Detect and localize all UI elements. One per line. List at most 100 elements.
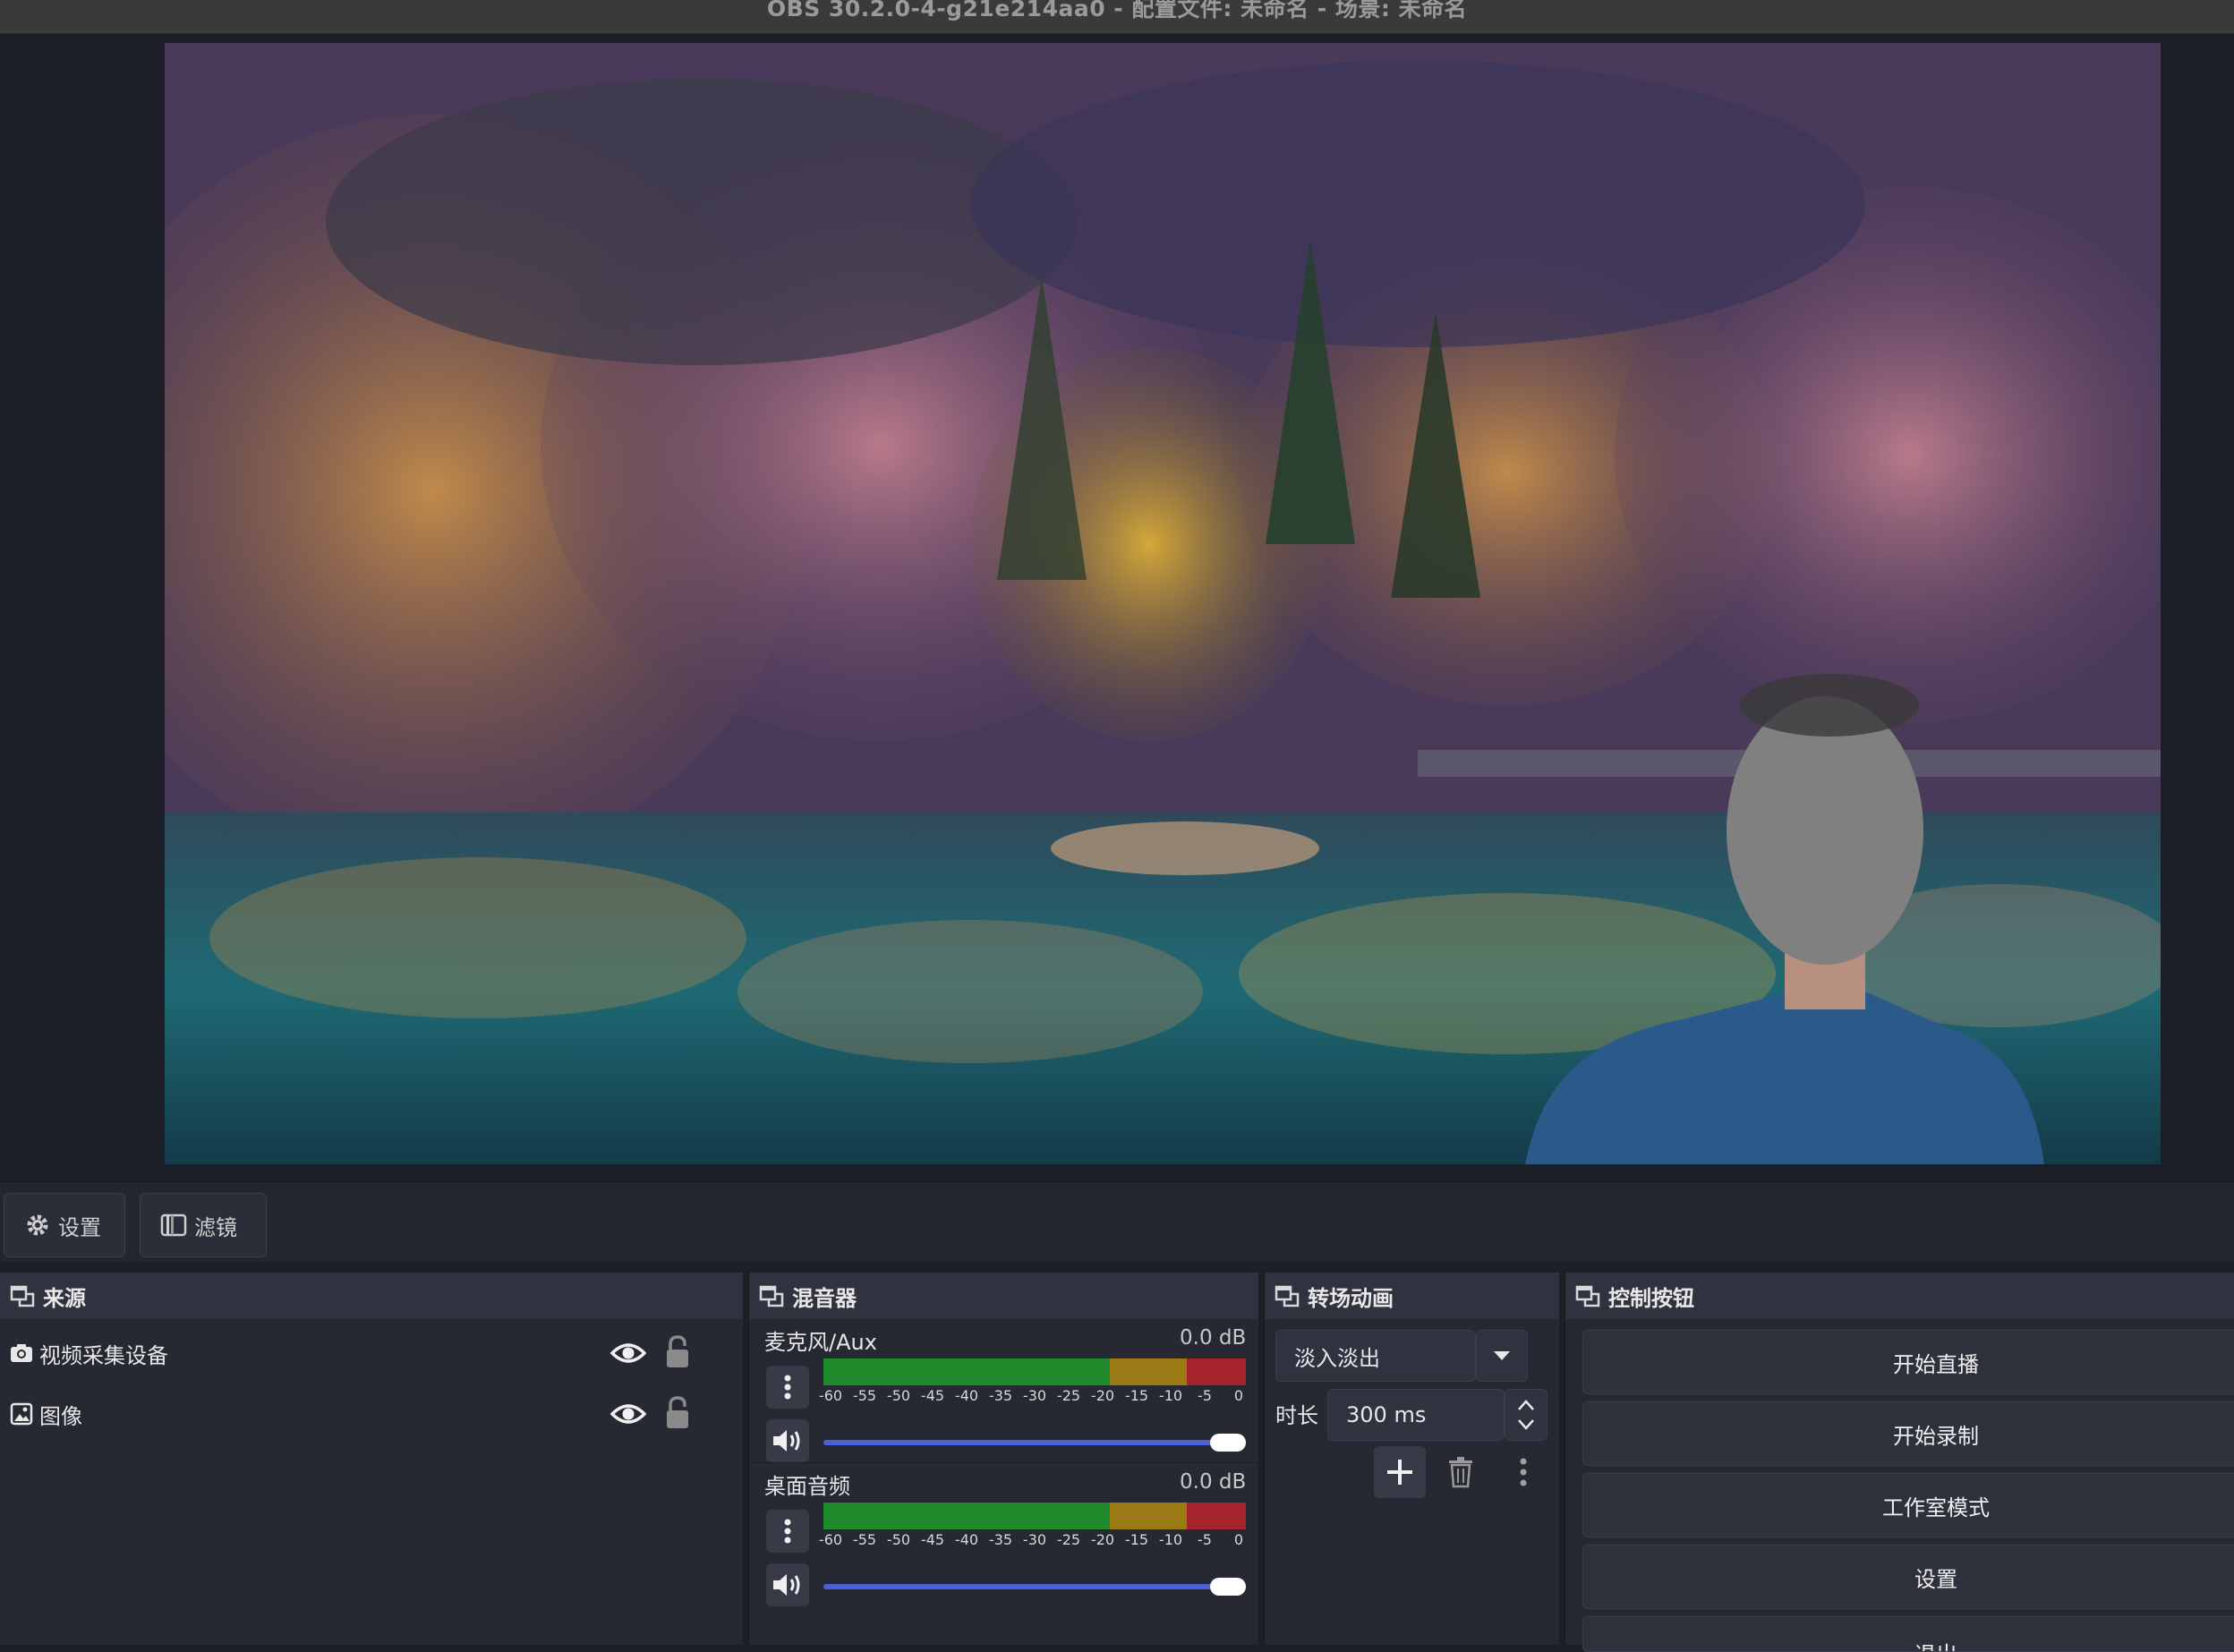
spinner-arrows-icon — [1518, 1400, 1534, 1430]
settings-button-label: 设置 — [58, 1214, 101, 1240]
meter-tick-label: -25 — [1056, 1387, 1081, 1404]
gear-icon — [24, 1212, 51, 1239]
speaker-icon — [773, 1430, 800, 1452]
meter-tick-label: -10 — [1158, 1531, 1183, 1548]
mixer-channel: 桌面音频 0.0 dB -60 -55 -50 -45 -40 -35 -30 -25 -20-… — [748, 1462, 1258, 1606]
filter-icon — [160, 1212, 187, 1239]
controls-dock-header: 控制按钮 — [1565, 1273, 2234, 1319]
title-bar: OBS 30.2.0-4-g21e214aa0 - 配置文件: 未命名 - 场景… — [0, 0, 2234, 34]
meter-tick-label: -30 — [1022, 1387, 1047, 1404]
meter-tick-label: -40 — [954, 1531, 979, 1548]
meter-tick-label: -35 — [988, 1531, 1013, 1548]
source-toolbar — [0, 1181, 2234, 1262]
meter-tick-label: -50 — [886, 1531, 911, 1548]
controls-dock-title: 控制按钮 — [1608, 1285, 1694, 1311]
lock-icon[interactable] — [664, 1394, 691, 1430]
transition-properties-button[interactable] — [1503, 1452, 1544, 1493]
preview-canvas[interactable] — [165, 43, 2161, 1164]
controls-settings-button[interactable]: 设置 — [1582, 1545, 2234, 1609]
meter-tick-label: -5 — [1198, 1531, 1212, 1548]
speaker-icon — [773, 1574, 800, 1596]
exit-button[interactable]: 退出 — [1582, 1616, 2234, 1652]
lock-icon[interactable] — [664, 1333, 691, 1369]
image-icon — [10, 1402, 33, 1426]
transition-select[interactable]: 淡入淡出 — [1275, 1330, 1476, 1382]
mixer-dock-header: 混音器 — [749, 1273, 1258, 1319]
source-item-label: 图像 — [39, 1403, 82, 1429]
duration-label: 时长 — [1275, 1403, 1318, 1428]
volume-slider-handle[interactable] — [1210, 1434, 1246, 1452]
scene-preview-image — [165, 43, 2161, 1164]
mixer-channel-db: 0.0 dB — [1180, 1470, 1247, 1494]
remove-transition-button[interactable] — [1440, 1452, 1481, 1493]
source-item-image[interactable]: 图像 — [0, 1387, 743, 1441]
meter-tick-label: -55 — [852, 1387, 877, 1404]
filters-button-label: 滤镜 — [194, 1214, 237, 1240]
chevron-down-icon — [1494, 1351, 1510, 1360]
meter-tick-label: -20 — [1090, 1387, 1115, 1404]
visibility-eye-icon[interactable] — [610, 1337, 646, 1369]
channel-menu-button[interactable] — [766, 1510, 809, 1553]
transition-select-value: 淡入淡出 — [1294, 1345, 1380, 1371]
volume-slider-handle[interactable] — [1210, 1578, 1246, 1596]
meter-tick-label: -45 — [920, 1531, 945, 1548]
settings-button[interactable]: 设置 — [4, 1193, 125, 1257]
source-item-label: 视频采集设备 — [39, 1342, 168, 1368]
dock-float-icon[interactable] — [9, 1282, 36, 1309]
kebab-icon — [784, 1519, 791, 1544]
add-transition-button[interactable] — [1374, 1446, 1426, 1498]
duration-spinner[interactable] — [1505, 1389, 1548, 1441]
meter-tick-label: -30 — [1022, 1531, 1047, 1548]
meter-tick-label: -45 — [920, 1387, 945, 1404]
sources-dock-title: 来源 — [43, 1285, 86, 1311]
channel-menu-button[interactable] — [766, 1366, 809, 1409]
camera-icon — [11, 1344, 32, 1362]
meter-tick-label: -50 — [886, 1387, 911, 1404]
sources-dock: 来源 视频采集设备 图像 — [0, 1273, 743, 1645]
start-recording-button[interactable]: 开始录制 — [1582, 1401, 2234, 1466]
volume-meter — [823, 1503, 1246, 1529]
duration-input[interactable]: 300 ms — [1327, 1389, 1505, 1441]
transitions-dock: 转场动画 淡入淡出 时长 300 ms — [1264, 1273, 1559, 1645]
sources-dock-header: 来源 — [0, 1273, 743, 1319]
meter-ticks: -60 -55 -50 -45 -40 -35 -30 -25 -20 -15 -10 -5 0 — [819, 1531, 1246, 1549]
dock-float-icon[interactable] — [1574, 1282, 1601, 1309]
transition-select-dropdown[interactable] — [1476, 1330, 1528, 1382]
meter-tick-label: -60 — [818, 1387, 843, 1404]
dock-float-icon[interactable] — [758, 1282, 785, 1309]
meter-tick-label: 0 — [1233, 1531, 1244, 1548]
mixer-channel: 麦克风/Aux 0.0 dB -60 -55 -50 -45 -40 -35 -30 -25-… — [748, 1319, 1258, 1462]
plus-icon — [1387, 1460, 1412, 1485]
volume-slider[interactable] — [823, 1440, 1246, 1445]
volume-slider[interactable] — [823, 1584, 1246, 1589]
mute-button[interactable] — [766, 1419, 809, 1462]
transitions-dock-title: 转场动画 — [1308, 1285, 1394, 1311]
mixer-dock-title: 混音器 — [792, 1285, 857, 1311]
duration-input-value: 300 ms — [1346, 1402, 1427, 1427]
visibility-eye-icon[interactable] — [610, 1398, 646, 1430]
mixer-channel-name: 麦克风/Aux — [764, 1330, 877, 1355]
window-title: OBS 30.2.0-4-g21e214aa0 - 配置文件: 未命名 - 场景… — [766, 0, 1468, 21]
studio-mode-button[interactable]: 工作室模式 — [1582, 1473, 2234, 1537]
meter-tick-label: -15 — [1124, 1531, 1149, 1548]
meter-tick-label: -15 — [1124, 1387, 1149, 1404]
meter-tick-label: -35 — [988, 1387, 1013, 1404]
meter-tick-label: 0 — [1233, 1387, 1244, 1404]
source-item-video-capture[interactable]: 视频采集设备 — [0, 1326, 743, 1380]
meter-tick-label: -40 — [954, 1387, 979, 1404]
mixer-channel-db: 0.0 dB — [1180, 1326, 1247, 1350]
kebab-icon — [1520, 1458, 1527, 1486]
meter-tick-label: -25 — [1056, 1531, 1081, 1548]
meter-tick-label: -20 — [1090, 1531, 1115, 1548]
filters-button[interactable]: 滤镜 — [140, 1193, 267, 1257]
start-streaming-button[interactable]: 开始直播 — [1582, 1330, 2234, 1394]
kebab-icon — [784, 1375, 791, 1400]
dock-float-icon[interactable] — [1274, 1282, 1300, 1309]
meter-tick-label: -5 — [1198, 1387, 1212, 1404]
transitions-dock-header: 转场动画 — [1265, 1273, 1559, 1319]
meter-tick-label: -55 — [852, 1531, 877, 1548]
mute-button[interactable] — [766, 1563, 809, 1606]
meter-tick-label: -10 — [1158, 1387, 1183, 1404]
volume-meter — [823, 1358, 1246, 1385]
mixer-channel-name: 桌面音频 — [764, 1474, 850, 1499]
